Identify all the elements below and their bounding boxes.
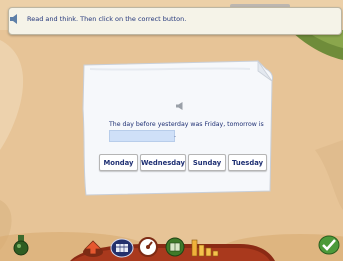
choice-sunday-button[interactable]: Sunday [188,154,226,171]
speaker-icon[interactable] [9,13,21,25]
book-icon[interactable] [164,237,186,257]
instruction-text: Read and think. Then click on the correc… [27,15,187,23]
question-speaker-icon[interactable] [175,101,186,111]
choice-wednesday-button[interactable]: Wednesday [140,154,186,171]
sentence-period: . [174,131,177,139]
calendar-icon[interactable] [110,238,134,258]
potion-bottle-icon[interactable] [12,234,30,256]
answer-field[interactable] [109,130,175,142]
dial-icon[interactable] [138,237,158,257]
choice-tuesday-button[interactable]: Tuesday [228,154,267,171]
choice-monday-button[interactable]: Monday [99,154,138,171]
question-sentence: The day before yesterday was Friday, tom… [109,121,264,128]
back-arrow-icon[interactable] [82,238,104,258]
check-icon[interactable] [318,235,340,255]
activity-screen: Read and think. Then click on the correc… [0,0,343,261]
bar-chart-icon[interactable] [190,236,220,258]
question-card [82,59,273,196]
